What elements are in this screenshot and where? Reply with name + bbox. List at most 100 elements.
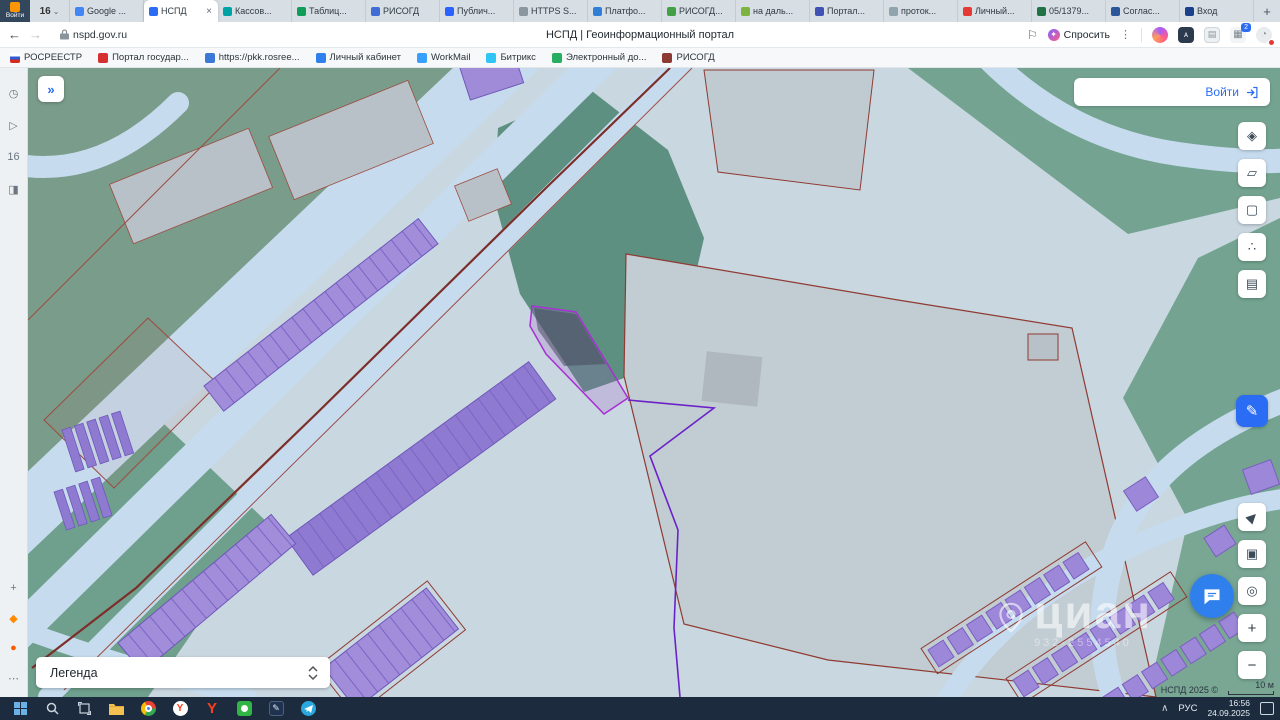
content-area: ◷ ▷ 16 ◨ + ◆ ● ⋯ » Войти ◈ ▱ ▢ ∴ ▤ ✎ ▶ ▣…: [0, 68, 1280, 697]
browser-tab[interactable]: Соглас... ×: [1106, 0, 1180, 22]
clock[interactable]: 16:56 24.09.2025: [1207, 698, 1250, 719]
sparkle-icon: ✦: [1047, 28, 1060, 41]
search-area-icon: ◎: [1246, 583, 1258, 598]
action-center-icon[interactable]: [1260, 702, 1274, 715]
extensions-button[interactable]: ▦ 2: [1230, 22, 1251, 43]
browser-tab[interactable]: 05/1379... ×: [1032, 0, 1106, 22]
language-indicator[interactable]: РУС: [1178, 703, 1197, 714]
browser-tab[interactable]: Вход ×: [1180, 0, 1254, 22]
new-tab-button[interactable]: +: [1254, 0, 1280, 22]
browser-tab[interactable]: Личный... ×: [958, 0, 1032, 22]
layers-button[interactable]: ◈: [1238, 122, 1266, 150]
tab-list: Google ... × НСПД × Кассов... ×: [70, 0, 1254, 22]
bookmark-favicon: [486, 52, 497, 63]
browser-tab[interactable]: на даль... ×: [736, 0, 810, 22]
basemap-button[interactable]: ▣: [1238, 540, 1266, 568]
back-button[interactable]: ←: [8, 27, 21, 42]
sidebar-expand-button[interactable]: »: [38, 76, 64, 102]
tab-close-icon[interactable]: ×: [205, 6, 213, 17]
history-icon[interactable]: ◷: [5, 84, 23, 102]
tab-favicon: [1111, 6, 1120, 16]
zoom-in-button[interactable]: +: [1238, 614, 1266, 642]
scale-bar: 10 м: [1228, 680, 1274, 695]
profile-extension-icon[interactable]: ◔: [1256, 26, 1275, 46]
draw-tool-button[interactable]: ✎: [1236, 395, 1268, 427]
measure-button[interactable]: ▱: [1238, 159, 1266, 187]
bookmark-item[interactable]: Личный кабинет: [315, 52, 401, 63]
map-login-button[interactable]: Войти: [1074, 78, 1270, 106]
ask-alice-button[interactable]: ✦ Спросить: [1047, 28, 1110, 41]
tab-favicon: [75, 6, 84, 16]
services-icon[interactable]: ◆: [5, 609, 23, 627]
task-view-button[interactable]: [73, 698, 95, 719]
bookmark-item[interactable]: РОСРЕЕСТР: [10, 52, 82, 63]
browser-tab[interactable]: НСПД ×: [144, 0, 218, 22]
share-button[interactable]: ∴: [1238, 233, 1266, 261]
chat-button[interactable]: [1190, 574, 1234, 618]
browser-tab[interactable]: Публич... ×: [440, 0, 514, 22]
tab-favicon: [1037, 6, 1046, 16]
browser-tab[interactable]: проток... ×: [884, 0, 958, 22]
address-bar-actions: ⚐ ✦ Спросить ⋮ ᴀ ▤ ▦ 2 ◔: [1027, 22, 1275, 46]
crypto-tool-button[interactable]: ✎: [265, 698, 287, 719]
search-button[interactable]: [41, 698, 63, 719]
notification-dot: [1268, 38, 1275, 46]
alice-extension-icon[interactable]: [1152, 26, 1168, 43]
extent-button[interactable]: ▢: [1238, 196, 1266, 224]
tray-expand-icon[interactable]: ∧: [1161, 703, 1168, 714]
tab-favicon: [963, 6, 972, 16]
file-explorer-button[interactable]: [105, 698, 127, 719]
layers-icon: ◈: [1247, 128, 1257, 143]
tabs-count[interactable]: 16: [5, 148, 23, 166]
bookmark-item[interactable]: РИСОГД: [662, 52, 715, 63]
bookmark-item[interactable]: Портал государ...: [98, 52, 189, 63]
crypto-pen-icon: ✎: [268, 701, 284, 716]
browser-tab[interactable]: Google ... ×: [70, 0, 144, 22]
bookmark-item[interactable]: https://pkk.rosree...: [204, 52, 300, 63]
bookmark-item[interactable]: Битрикс: [486, 52, 536, 63]
screenshot-icon[interactable]: ◨: [5, 180, 23, 198]
tab-favicon: [149, 6, 158, 16]
forward-button[interactable]: →: [29, 27, 42, 42]
bookmark-item[interactable]: Электронный до...: [551, 52, 646, 63]
bookmark-item[interactable]: WorkMail: [417, 52, 470, 63]
browser-tab[interactable]: РИСОГД ×: [366, 0, 440, 22]
desktop: Войти 16 ⌄ Google ... × НСПД ×: [0, 0, 1280, 720]
search-area-button[interactable]: ◎: [1238, 577, 1266, 605]
add-panel-icon[interactable]: +: [5, 579, 23, 597]
zoom-out-button[interactable]: −: [1238, 651, 1266, 679]
legend-panel[interactable]: Легенда: [36, 657, 330, 688]
yandex-app-button[interactable]: Y: [201, 698, 223, 719]
messenger-icon: [236, 701, 252, 716]
more-icon[interactable]: ⋯: [5, 669, 23, 687]
url-text[interactable]: nspd.gov.ru: [73, 29, 127, 41]
cards-extension-icon[interactable]: ▤: [1204, 26, 1220, 43]
tab-counter[interactable]: 16 ⌄: [30, 0, 70, 22]
browser-profile-button[interactable]: Войти: [0, 0, 30, 22]
ask-menu-icon[interactable]: ⋮: [1120, 28, 1131, 41]
yandex-icon: Y: [206, 700, 217, 717]
messenger-button[interactable]: [233, 698, 255, 719]
player-icon[interactable]: ▷: [5, 116, 23, 134]
translate-extension-icon[interactable]: ᴀ: [1178, 26, 1194, 43]
start-button[interactable]: [9, 698, 31, 719]
browser-tab[interactable]: Платфо... ×: [588, 0, 662, 22]
browser-tab[interactable]: РИСОГД... ×: [662, 0, 736, 22]
map-viewport[interactable]: » Войти ◈ ▱ ▢ ∴ ▤ ✎ ▶ ▣ ◎ + − Легенда ци…: [28, 68, 1280, 697]
games-icon[interactable]: ●: [5, 639, 23, 657]
browser-tab[interactable]: Портал... ×: [810, 0, 884, 22]
bookmark-favicon: [315, 52, 326, 63]
browser-tab[interactable]: Таблиц... ×: [292, 0, 366, 22]
yandex-browser-button[interactable]: Y: [169, 698, 191, 719]
telegram-button[interactable]: [297, 698, 319, 719]
browser-tab[interactable]: HTTPS S... ×: [514, 0, 588, 22]
locate-button[interactable]: ▶: [1238, 503, 1266, 531]
bookmark-flag-icon[interactable]: ⚐: [1027, 28, 1038, 42]
date-text: 24.09.2025: [1207, 707, 1250, 718]
map-canvas[interactable]: [28, 68, 1280, 697]
print-button[interactable]: ▤: [1238, 270, 1266, 298]
extent-icon: ▢: [1245, 202, 1259, 217]
chrome-browser-button[interactable]: [137, 698, 159, 719]
bookmark-favicon: [662, 52, 673, 63]
browser-tab[interactable]: Кассов... ×: [218, 0, 292, 22]
